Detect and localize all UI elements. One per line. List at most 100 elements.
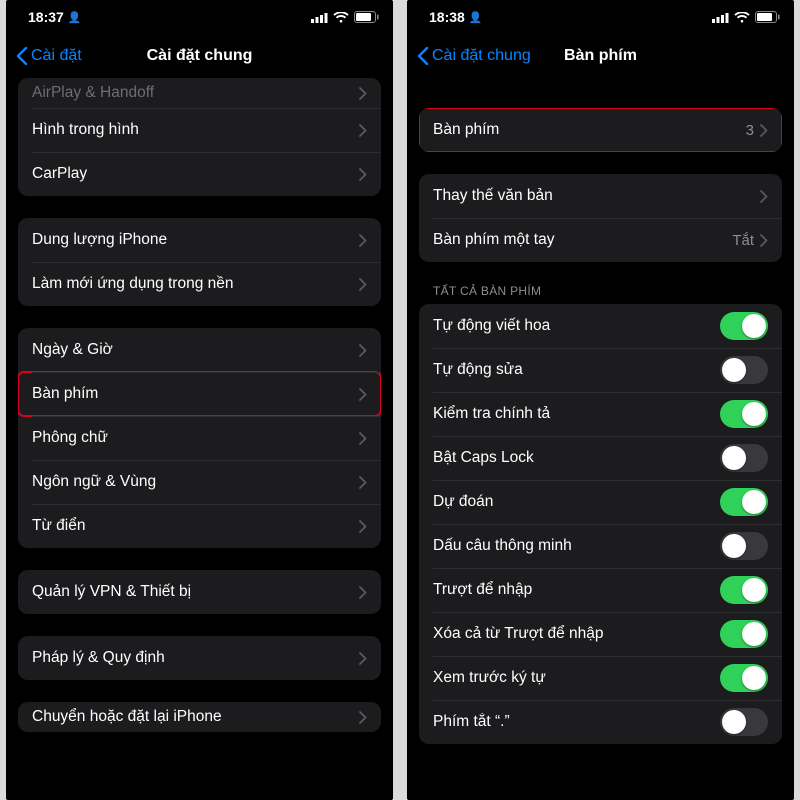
row-label: Chuyển hoặc đặt lại iPhone bbox=[32, 708, 359, 726]
row-label: Ngôn ngữ & Vùng bbox=[32, 473, 359, 491]
row-ban-phim[interactable]: Bàn phím3 bbox=[419, 108, 782, 152]
chevron-right-icon bbox=[359, 168, 367, 181]
toggle-tu-ong-sua[interactable] bbox=[720, 356, 768, 384]
row-label: Hình trong hình bbox=[32, 121, 359, 139]
row-label: Bật Caps Lock bbox=[433, 449, 720, 467]
row-label: Xóa cả từ Trượt để nhập bbox=[433, 625, 720, 643]
chevron-right-icon bbox=[359, 711, 367, 724]
status-bar: 18:38 👤 bbox=[407, 0, 794, 34]
row-dau-cau-thong-minh: Dấu câu thông minh bbox=[419, 524, 782, 568]
settings-group-toggles: Tự động viết hoa Tự động sửa Kiểm tra chín… bbox=[419, 304, 782, 744]
chevron-right-icon bbox=[359, 234, 367, 247]
status-time: 18:38 bbox=[429, 9, 465, 25]
row-label: Pháp lý & Quy định bbox=[32, 649, 359, 667]
row-tu-ien[interactable]: Từ điển bbox=[18, 504, 381, 548]
chevron-right-icon bbox=[359, 344, 367, 357]
toggle-kiem-tra-chinh-ta[interactable] bbox=[720, 400, 768, 428]
cellular-icon bbox=[712, 12, 729, 23]
row-label: Phông chữ bbox=[32, 429, 359, 447]
back-label: Cài đặt chung bbox=[432, 47, 531, 65]
row-label: Quản lý VPN & Thiết bị bbox=[32, 583, 359, 601]
row-label: Dự đoán bbox=[433, 493, 720, 511]
chevron-right-icon bbox=[760, 124, 768, 137]
row-lam-moi-ung-dung-trong-nen[interactable]: Làm mới ứng dụng trong nền bbox=[18, 262, 381, 306]
settings-content: Bàn phím3 Thay thế văn bản Bàn phím một ta… bbox=[407, 78, 794, 800]
chevron-right-icon bbox=[359, 652, 367, 665]
chevron-left-icon bbox=[417, 47, 429, 65]
chevron-right-icon bbox=[359, 388, 367, 401]
back-button[interactable]: Cài đặt chung bbox=[417, 47, 531, 65]
status-time: 18:37 bbox=[28, 9, 64, 25]
phone-general-settings: 18:37 👤 Cài đặt Cài đặt chung AirPlay & … bbox=[6, 0, 393, 800]
row-label: Bàn phím một tay bbox=[433, 231, 732, 249]
person-icon: 👤 bbox=[68, 11, 82, 24]
chevron-left-icon bbox=[16, 47, 28, 65]
wifi-icon bbox=[333, 12, 349, 23]
toggle-du-oan[interactable] bbox=[720, 488, 768, 516]
back-button[interactable]: Cài đặt bbox=[16, 47, 82, 65]
row-label: Kiểm tra chính tả bbox=[433, 405, 720, 423]
chevron-right-icon bbox=[359, 124, 367, 137]
toggle-xem-truoc-ky-tu[interactable] bbox=[720, 664, 768, 692]
chevron-right-icon bbox=[359, 87, 367, 100]
row-label: Dấu câu thông minh bbox=[433, 537, 720, 555]
row-ban-phim[interactable]: Bàn phím bbox=[18, 372, 381, 416]
row-label: AirPlay & Handoff bbox=[32, 84, 359, 102]
chevron-right-icon bbox=[359, 432, 367, 445]
toggle-bat-caps-lock[interactable] bbox=[720, 444, 768, 472]
nav-bar: Cài đặt chung Bàn phím bbox=[407, 34, 794, 78]
row-value: 3 bbox=[746, 122, 754, 139]
nav-bar: Cài đặt Cài đặt chung bbox=[6, 34, 393, 78]
chevron-right-icon bbox=[760, 234, 768, 247]
row-label: CarPlay bbox=[32, 165, 359, 183]
toggle-tu-ong-viet-hoa[interactable] bbox=[720, 312, 768, 340]
row-label: Trượt để nhập bbox=[433, 581, 720, 599]
row-ban-phim-mot-tay[interactable]: Bàn phím một tayTắt bbox=[419, 218, 782, 262]
phone-keyboard-settings: 18:38 👤 Cài đặt chung Bàn phím Bàn phím3… bbox=[407, 0, 794, 800]
row-label: Từ điển bbox=[32, 517, 359, 535]
toggle-dau-cau-thong-minh[interactable] bbox=[720, 532, 768, 560]
settings-group: Ngày & Giờ Bàn phím Phông chữ Ngôn ngữ & Vù… bbox=[18, 328, 381, 548]
row-truot-e-nhap: Trượt để nhập bbox=[419, 568, 782, 612]
chevron-right-icon bbox=[359, 520, 367, 533]
cellular-icon bbox=[311, 12, 328, 23]
toggle-xoa-ca-tu-truot-e-nhap[interactable] bbox=[720, 620, 768, 648]
row-phong-chu[interactable]: Phông chữ bbox=[18, 416, 381, 460]
row-thay-the-van-ban[interactable]: Thay thế văn bản bbox=[419, 174, 782, 218]
row-bat-caps-lock: Bật Caps Lock bbox=[419, 436, 782, 480]
row-phap-ly-quy-inh[interactable]: Pháp lý & Quy định bbox=[18, 636, 381, 680]
page-title: Bàn phím bbox=[564, 47, 637, 65]
settings-group: Quản lý VPN & Thiết bị bbox=[18, 570, 381, 614]
row-label: Tự động viết hoa bbox=[433, 317, 720, 335]
row-label: Dung lượng iPhone bbox=[32, 231, 359, 249]
row-label: Bàn phím bbox=[433, 121, 746, 139]
row-label: Bàn phím bbox=[32, 385, 359, 403]
settings-group: Bàn phím3 bbox=[419, 108, 782, 152]
row-value: Tắt bbox=[732, 232, 754, 249]
settings-group: Chuyển hoặc đặt lại iPhone bbox=[18, 702, 381, 732]
row-label: Xem trước ký tự bbox=[433, 669, 720, 687]
back-label: Cài đặt bbox=[31, 47, 82, 65]
settings-group: Dung lượng iPhone Làm mới ứng dụng trong … bbox=[18, 218, 381, 306]
chevron-right-icon bbox=[359, 278, 367, 291]
row-airplay-handoff[interactable]: AirPlay & Handoff bbox=[18, 78, 381, 108]
row-quan-ly-vpn-thiet-bi[interactable]: Quản lý VPN & Thiết bị bbox=[18, 570, 381, 614]
row-tu-ong-sua: Tự động sửa bbox=[419, 348, 782, 392]
row-hinh-trong-hinh[interactable]: Hình trong hình bbox=[18, 108, 381, 152]
row-carplay[interactable]: CarPlay bbox=[18, 152, 381, 196]
row-kiem-tra-chinh-ta: Kiểm tra chính tả bbox=[419, 392, 782, 436]
toggle-phim-tat[interactable] bbox=[720, 708, 768, 736]
row-chuyen-hoac-at-lai-iphone[interactable]: Chuyển hoặc đặt lại iPhone bbox=[18, 702, 381, 732]
row-ngon-ngu-vung[interactable]: Ngôn ngữ & Vùng bbox=[18, 460, 381, 504]
row-label: Phím tắt “.” bbox=[433, 713, 720, 731]
status-icons bbox=[311, 11, 379, 23]
wifi-icon bbox=[734, 12, 750, 23]
row-label: Thay thế văn bản bbox=[433, 187, 760, 205]
toggle-truot-e-nhap[interactable] bbox=[720, 576, 768, 604]
row-ngay-gio[interactable]: Ngày & Giờ bbox=[18, 328, 381, 372]
settings-group: Pháp lý & Quy định bbox=[18, 636, 381, 680]
row-xem-truoc-ky-tu: Xem trước ký tự bbox=[419, 656, 782, 700]
settings-group: Thay thế văn bản Bàn phím một tayTắt bbox=[419, 174, 782, 262]
row-phim-tat: Phím tắt “.” bbox=[419, 700, 782, 744]
row-dung-luong-iphone[interactable]: Dung lượng iPhone bbox=[18, 218, 381, 262]
